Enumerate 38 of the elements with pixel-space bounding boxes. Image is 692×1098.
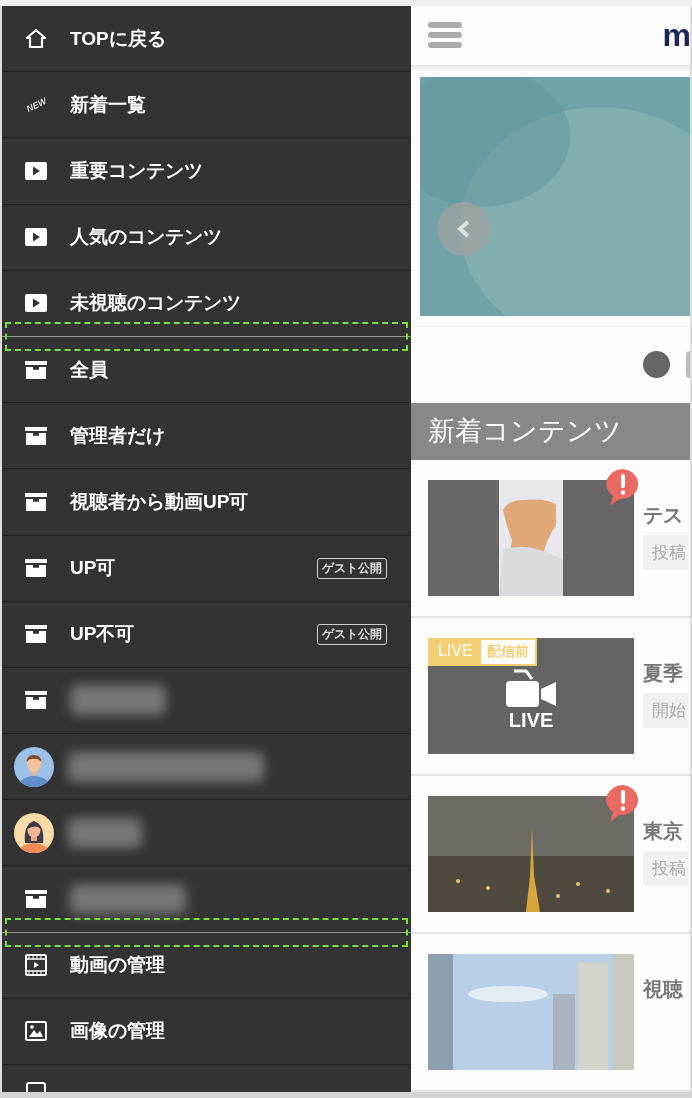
card-title[interactable]: テス [643,502,688,529]
menu-label: 新着一覧 [70,92,146,117]
menu-label: 視聴者から動画UP可 [70,489,249,514]
card-title[interactable]: 東京 [643,818,688,845]
menu-item[interactable]: 重要コンテンツ [2,137,411,204]
menu-label: UP不可 [70,622,135,647]
menu-label: 未視聴のコンテンツ [70,291,241,316]
menu-item[interactable]: 人気のコンテンツ [2,203,411,270]
card-title[interactable]: 視聴 [643,976,683,1003]
menu-label: 重要コンテンツ [70,158,203,183]
menu-item[interactable]: 未視聴のコンテンツ [2,269,411,336]
menu-label: TOPに戻る [70,26,166,51]
menu-item[interactable]: TOPに戻る [2,6,411,72]
live-badge: LIVE [430,640,481,664]
menu-item[interactable]: UP不可 ゲスト公開 [2,600,411,667]
card-title[interactable]: 夏季 [643,660,688,687]
logo[interactable]: m [662,19,690,52]
status-badge: 配信前 [480,640,535,664]
new-label-icon: NEW [24,95,48,114]
menu-item[interactable]: 管理者だけ [2,402,411,469]
status-tag: 開始 [643,693,688,728]
menu-item[interactable]: 全員 [2,335,411,403]
status-tag: 投稿 [643,851,688,886]
live-label: LIVE [508,708,554,732]
menu-label: 画像の管理 [70,1019,165,1044]
menu-label: 全員 [70,357,108,382]
status-tag: 投稿 [643,535,688,570]
menu-label: 動画の管理 [70,953,165,978]
menu-item[interactable]: 画像の管理 [2,997,411,1064]
guest-badge: ゲスト公開 [317,623,387,645]
menu-label: 人気のコンテンツ [70,225,222,250]
menu-item[interactable]: 視聴者から動画UP可 [2,468,411,535]
menu-label: UP可 [70,556,116,581]
menu-item[interactable]: 動画の管理 [2,931,411,998]
menu-label: 管理者だけ [70,423,165,448]
menu-item[interactable]: UP可 ゲスト公開 [2,534,411,601]
guest-badge: ゲスト公開 [317,557,387,579]
section-heading: 新着コンテンツ [411,403,690,460]
